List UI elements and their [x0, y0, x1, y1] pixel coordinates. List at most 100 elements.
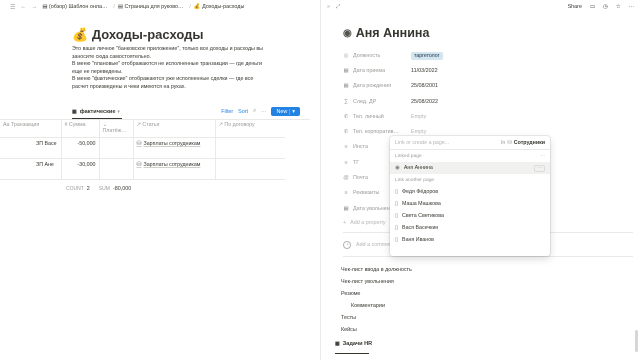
- property-row[interactable]: ▦ Дата приема 11/03/2022: [343, 63, 633, 78]
- formula-icon: ∑: [344, 98, 348, 105]
- cell-payment[interactable]: [99, 158, 134, 180]
- table-row[interactable]: ЗП Васе -50,000 ⛁ Зарплаты сотрудникам: [0, 137, 285, 159]
- left-pane: ☰ ← → ▤ (обзор) Шаблон онла… / ▤ Страниц…: [0, 0, 320, 360]
- more-icon[interactable]: ···: [629, 4, 634, 10]
- more-icon[interactable]: ···: [261, 109, 266, 115]
- page-icon: ▯: [395, 189, 399, 195]
- menu-icon[interactable]: ☰: [10, 4, 15, 11]
- page-icon: ⛁: [136, 162, 142, 168]
- database-icon: ⛁: [507, 139, 512, 146]
- cell-transaction[interactable]: ЗП Ане: [0, 158, 62, 180]
- section-label: Link another page: [395, 177, 435, 183]
- more-icon[interactable]: ···: [540, 154, 545, 159]
- section-label: Linked page ···: [395, 153, 545, 159]
- forward-icon[interactable]: →: [31, 4, 37, 10]
- share-button[interactable]: Share: [568, 4, 582, 10]
- search-icon[interactable]: ⌕: [253, 108, 256, 115]
- page-description: Это ваше личное "банковское приложение",…: [72, 46, 263, 90]
- tab-hr-tasks[interactable]: ▦ Задачи HR: [335, 341, 372, 347]
- filter-button[interactable]: Filter: [221, 109, 233, 115]
- view-bar: ▦ фактические ▾ Filter Sort ⌕ ··· New ▾: [72, 106, 300, 117]
- list-item[interactable]: ▯ Маша Машкова: [390, 198, 550, 210]
- cell-amount[interactable]: -50,000: [61, 137, 100, 159]
- page-link[interactable]: Резюме: [341, 288, 412, 300]
- page-icon: ▯: [395, 237, 399, 243]
- cell-contract[interactable]: [215, 158, 285, 180]
- database-table: Aa Транзакция # Сумма ⌄ Платёж… ↗ Статья…: [0, 120, 285, 180]
- phone-icon: ✆: [343, 113, 349, 120]
- avatar-icon: ◉: [343, 27, 352, 39]
- page-icon: ▯: [395, 201, 399, 207]
- expand-icon[interactable]: ⤢: [336, 4, 340, 11]
- page-title: 💰 Доходы-расходы: [72, 27, 204, 42]
- text-icon: ≡: [344, 190, 348, 197]
- page-link[interactable]: Тесты: [341, 312, 412, 324]
- property-row[interactable]: ▦ Дата рождения 25/08/2001: [343, 79, 633, 94]
- cell-contract[interactable]: [215, 137, 285, 159]
- page-link[interactable]: Чек-лист ввода в должность: [341, 264, 412, 276]
- text-icon: ≡: [344, 144, 348, 151]
- page-title: ◉ Аня Аннина: [343, 26, 430, 40]
- new-button[interactable]: New ▾: [271, 107, 300, 116]
- clock-icon[interactable]: ◷: [603, 4, 608, 10]
- chevron-down-icon: ▾: [289, 108, 295, 115]
- avatar-icon: ◉: [395, 165, 400, 171]
- relation-picker-popup: Link or create a page... In ⛁ Сотрудники L…: [390, 136, 550, 256]
- cell-amount[interactable]: -30,000: [61, 158, 100, 180]
- cell-article[interactable]: ⛁ Зарплаты сотрудникам: [133, 158, 216, 180]
- avatar-icon: ◔: [343, 241, 351, 249]
- calendar-icon: ▦: [343, 205, 349, 212]
- column-header[interactable]: ⌄ Платёж…: [99, 120, 134, 138]
- column-header[interactable]: Aa Транзакция: [0, 120, 62, 138]
- database-name[interactable]: Сотрудники: [514, 140, 545, 146]
- breadcrumb-item[interactable]: ▤ Страница для руково…: [118, 4, 183, 10]
- column-header[interactable]: # Сумма: [61, 120, 100, 138]
- phone-icon: ✆: [343, 129, 349, 136]
- page-icon: ▯: [395, 213, 399, 219]
- breadcrumb: ☰ ← → ▤ (обзор) Шаблон онла… / ▤ Страниц…: [10, 4, 245, 11]
- sort-button[interactable]: Sort: [238, 109, 248, 115]
- page-link[interactable]: Комментарии: [341, 300, 412, 312]
- calendar-icon: ▦: [343, 83, 349, 90]
- relation-search-input[interactable]: Link or create a page...: [395, 140, 449, 146]
- page-icon: ⛁: [136, 141, 142, 147]
- view-tab-actual[interactable]: ▦ фактические ▾: [72, 109, 120, 115]
- list-item[interactable]: ▯ Федя Фёдоров: [390, 186, 550, 198]
- cell-payment[interactable]: [99, 137, 134, 159]
- status-badge: таргетолог: [411, 51, 443, 60]
- breadcrumb-item[interactable]: ▤ (обзор) Шаблон онла…: [42, 4, 107, 10]
- page-icon: ▯: [395, 225, 399, 231]
- page-content: Чек-лист ввода в должность Чек-лист увол…: [341, 264, 412, 336]
- column-header[interactable]: ↗ Статья: [133, 120, 216, 138]
- list-item[interactable]: ▯ Ваня Иванов: [390, 234, 550, 246]
- table-footer: COUNT 2 SUM -80,000: [66, 186, 132, 192]
- property-row[interactable]: ◎ Должность таргетолог: [343, 48, 633, 63]
- page-link[interactable]: Кейсы: [341, 324, 412, 336]
- table-row[interactable]: ЗП Ане -30,000 ⛁ Зарплаты сотрудникам: [0, 158, 285, 180]
- table-header-row: Aa Транзакция # Сумма ⌄ Платёж… ↗ Статья…: [0, 120, 285, 138]
- peek-topbar: » ⤢ Share ▭ ◷ ☆ ···: [321, 0, 640, 14]
- table-icon: ▦: [335, 341, 340, 347]
- property-icon: ◎: [343, 52, 349, 59]
- close-peek-icon[interactable]: »: [327, 4, 330, 11]
- relation-search-row: Link or create a page... In ⛁ Сотрудники: [390, 136, 550, 150]
- star-icon[interactable]: ☆: [616, 4, 621, 10]
- property-row[interactable]: ∑ След. ДР 25/08/2022: [343, 94, 633, 109]
- back-icon[interactable]: ←: [20, 4, 26, 10]
- property-row[interactable]: ✆ Тел. личный Empty: [343, 109, 633, 124]
- table-icon: ▦: [72, 108, 77, 115]
- column-header[interactable]: ↗ По договору: [215, 120, 285, 138]
- cell-transaction[interactable]: ЗП Васе: [0, 137, 62, 159]
- scrollbar[interactable]: [635, 330, 638, 352]
- list-item[interactable]: ▯ Вася Васечкин: [390, 222, 550, 234]
- email-icon: @: [343, 175, 349, 182]
- more-icon[interactable]: ···: [534, 164, 545, 172]
- cell-article[interactable]: ⛁ Зарплаты сотрудникам: [133, 137, 216, 159]
- chevron-down-icon: ▾: [117, 108, 120, 114]
- breadcrumb-item[interactable]: 💰 Доходы-расходы: [194, 4, 244, 10]
- list-item[interactable]: ▯ Света Светикова: [390, 210, 550, 222]
- comment-icon[interactable]: ▭: [590, 4, 595, 10]
- linked-item[interactable]: ◉ Аня Аннина ···: [390, 162, 550, 174]
- page-link[interactable]: Чек-лист увольнения: [341, 276, 412, 288]
- calendar-icon: ▦: [343, 67, 349, 74]
